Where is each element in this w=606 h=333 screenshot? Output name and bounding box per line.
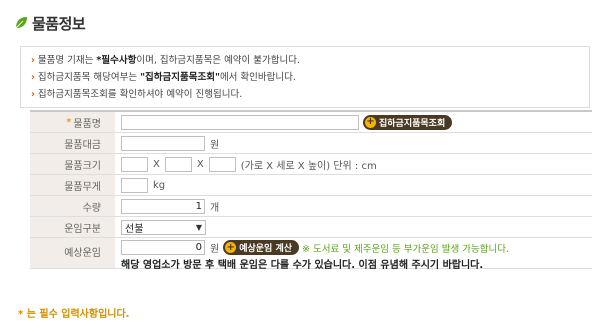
quantity-input[interactable] [121,198,205,214]
freight-type-selected: 선불 [125,223,144,235]
freight-type-label: 운임구분 [30,217,115,237]
row-item-name: * 물품명 + 집하금지품목조회 [30,112,592,133]
item-size-label: 물품크기 [30,154,115,174]
size-width-input[interactable] [121,156,148,172]
leaf-icon [15,17,27,29]
row-freight-type: 운임구분 선불 ▼ [30,217,592,238]
item-name-input[interactable] [121,114,359,130]
size-depth-input[interactable] [164,156,192,172]
quantity-unit: 개 [210,202,220,214]
freight-type-select[interactable]: 선불 ▼ [121,219,206,235]
notice-box: › 물품명 기재는 *필수사항이며, 집하금지품목은 예약이 불가합니다. › 집하… [20,46,590,108]
price-unit: 원 [210,139,220,151]
item-name-label: 물품명 [73,118,101,130]
plus-icon: + [365,116,376,128]
bullet-icon: › [31,89,35,100]
calculate-fare-button[interactable]: + 예상운임 계산 [223,240,300,255]
quantity-label: 수량 [30,196,115,216]
required-fields-note: * 는 필수 입력사항입니다. [18,309,130,320]
surcharge-note: ※ 도서료 및 제주운임 등 부가운임 발생 가능합니다. [302,243,509,255]
row-item-size: 물품크기 X X (가로 X 세로 X 높이) 단위 : cm [30,154,592,175]
chevron-down-icon: ▼ [195,222,202,232]
size-height-input[interactable] [208,156,236,172]
item-weight-input[interactable] [121,177,148,193]
fare-disclaimer: 해당 영업소가 방문 후 택배 운임은 다를 수가 있습니다. 이점 유념해 주… [121,260,484,271]
estimated-fare-input[interactable] [121,240,205,255]
section-header: 물품정보 [14,12,86,34]
notice-line: › 집하금지품목조회를 확인하셔야 예약이 진행됩니다. [31,89,243,100]
size-unit: (가로 X 세로 X 높이) 단위 : cm [240,160,377,172]
times-sep: X [196,158,204,170]
section-title: 물품정보 [32,14,86,33]
estimated-fare-label: 예상운임 [30,238,115,268]
fare-unit: 원 [210,244,220,255]
notice-line: › 물품명 기재는 *필수사항이며, 집하금지품목은 예약이 불가합니다. [31,55,301,66]
item-weight-label: 물품무게 [30,175,115,195]
weight-unit: kg [153,179,166,191]
required-mark: * [66,116,72,128]
plus-icon: + [225,241,237,253]
bullet-icon: › [31,55,35,66]
notice-line: › 집하금지품목 해당여부는 "집하금지품목조회"에서 확인바랍니다. [31,72,296,83]
prohibited-items-lookup-button[interactable]: + 집하금지품목조회 [363,114,453,130]
item-price-label: 물품대금 [30,133,115,153]
row-item-weight: 물품무게 kg [30,175,592,196]
times-sep: X [153,158,160,170]
row-item-price: 물품대금 원 [30,133,592,154]
item-price-input[interactable] [121,135,205,151]
row-quantity: 수량 개 [30,196,592,217]
row-estimated-fare: 예상운임 원 +예상운임 계산 ※ 도서료 및 제주운임 등 부가운임 발생 가… [30,238,592,271]
item-info-form: * 물품명 + 집하금지품목조회 물품대금 원 물품크기 X X (가로 X 세로 … [30,110,592,271]
bullet-icon: › [31,72,35,83]
